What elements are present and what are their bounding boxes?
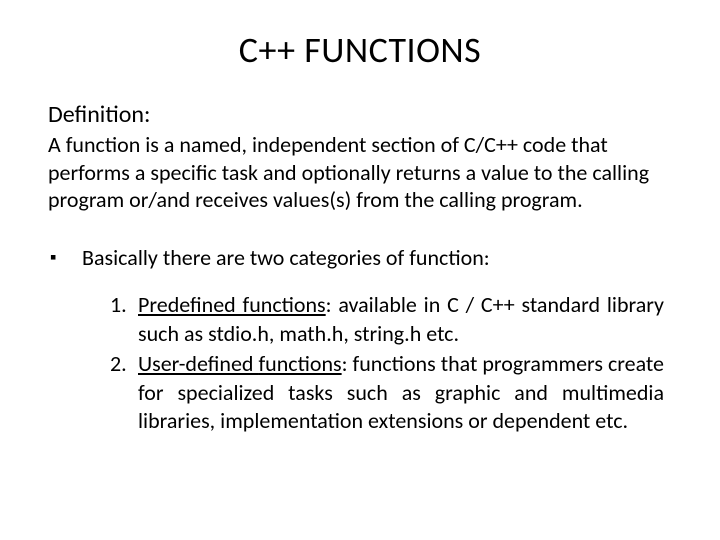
definition-body: A function is a named, independent secti… [48, 131, 672, 214]
page-title: C++ FUNCTIONS [48, 28, 672, 72]
definition-heading: Definition: [48, 100, 672, 129]
numbered-list: 1. Predefined functions: available in C … [48, 291, 672, 436]
list-body: Predefined functions: available in C / C… [138, 291, 664, 348]
list-item: 2. User-defined functions: functions tha… [110, 350, 664, 436]
list-marker: 1. [110, 291, 138, 348]
bullet-text: Basically there are two categories of fu… [82, 244, 490, 272]
square-bullet-icon: ▪ [50, 244, 82, 272]
list-item: 1. Predefined functions: available in C … [110, 291, 664, 348]
list-marker: 2. [110, 350, 138, 436]
list-body: User-defined functions: functions that p… [138, 350, 664, 436]
list-label: User-defined [138, 350, 258, 377]
bullet-item: ▪ Basically there are two categories of … [48, 244, 672, 272]
list-label2: functions [258, 350, 341, 377]
list-label: Predefined functions [138, 291, 326, 318]
